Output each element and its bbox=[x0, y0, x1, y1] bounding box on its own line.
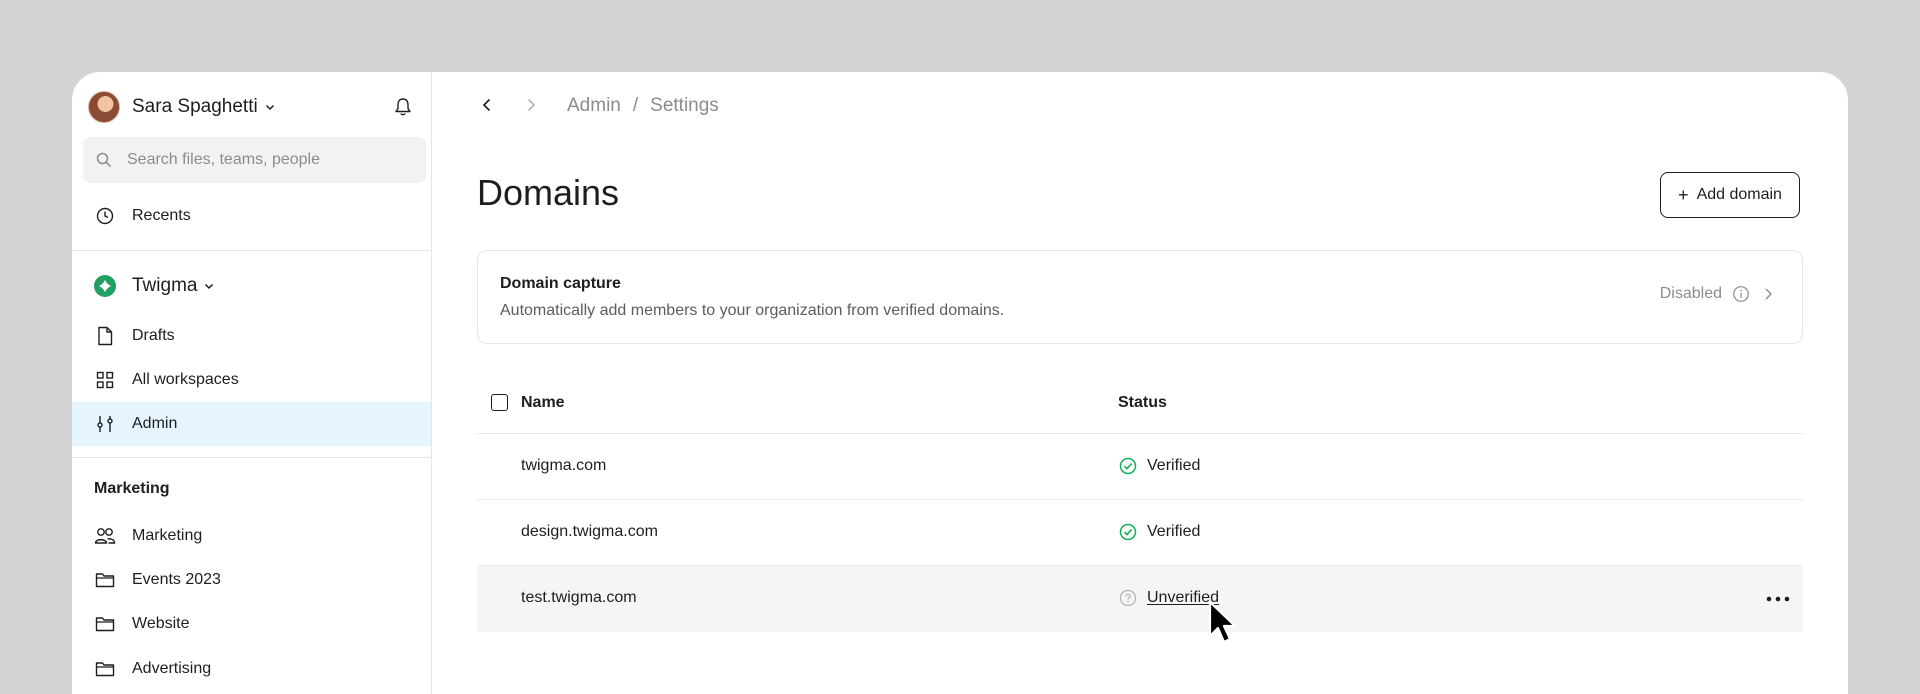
sliders-icon bbox=[94, 413, 116, 435]
folder-icon bbox=[94, 613, 116, 635]
select-all-checkbox[interactable] bbox=[491, 394, 508, 411]
sidebar-item-label: All workspaces bbox=[132, 371, 239, 388]
sidebar-item-label: Admin bbox=[132, 415, 178, 432]
mouse-cursor-icon bbox=[1208, 600, 1237, 644]
capture-status-label: Disabled bbox=[1659, 285, 1722, 302]
team-logo bbox=[94, 275, 116, 297]
page-title: Domains bbox=[477, 172, 620, 213]
table-header: Name Status bbox=[477, 372, 1803, 434]
sidebar-item-label: Marketing bbox=[132, 527, 203, 544]
sidebar-item-label: Recents bbox=[132, 207, 191, 224]
chevron-down-icon bbox=[203, 280, 215, 292]
forward-arrow-icon[interactable] bbox=[520, 94, 542, 116]
domain-capture-card[interactable]: Domain capture Automatically add members… bbox=[477, 250, 1803, 344]
column-header-name[interactable]: Name bbox=[521, 394, 565, 412]
app-window: Sara Spaghetti Recents Twigma bbox=[72, 72, 1848, 694]
sidebar-item-recents[interactable]: Recents bbox=[72, 194, 431, 238]
sidebar-item-website[interactable]: Website bbox=[72, 602, 431, 646]
add-domain-label: Add domain bbox=[1696, 186, 1782, 203]
sidebar-item-admin[interactable]: Admin bbox=[72, 402, 431, 446]
sidebar-item-marketing[interactable]: Marketing bbox=[72, 514, 431, 558]
domain-name: design.twigma.com bbox=[521, 523, 658, 540]
folder-icon bbox=[94, 569, 116, 591]
search-icon bbox=[95, 151, 113, 169]
sidebar-item-label: Drafts bbox=[132, 327, 175, 344]
team-switcher[interactable]: Twigma bbox=[94, 270, 215, 302]
sidebar-item-events-2023[interactable]: Events 2023 bbox=[72, 558, 431, 602]
grid-icon bbox=[94, 369, 116, 391]
sidebar: Sara Spaghetti Recents Twigma bbox=[72, 72, 432, 694]
bell-icon[interactable] bbox=[390, 94, 416, 120]
domains-table: Name Status twigma.com Verified design.t… bbox=[477, 372, 1803, 632]
breadcrumb-settings[interactable]: Settings bbox=[650, 95, 719, 117]
domain-status: Unverified bbox=[1118, 588, 1219, 608]
sidebar-item-advertising[interactable]: Advertising bbox=[72, 647, 431, 691]
table-row[interactable]: twigma.com Verified bbox=[477, 434, 1803, 500]
sidebar-item-all-workspaces[interactable]: All workspaces bbox=[72, 358, 431, 402]
section-title: Marketing bbox=[94, 480, 170, 497]
domain-name: test.twigma.com bbox=[521, 589, 637, 606]
domain-status: Verified bbox=[1118, 522, 1200, 542]
sidebar-item-label: Advertising bbox=[132, 660, 212, 677]
capture-status: Disabled bbox=[1660, 285, 1774, 303]
file-icon bbox=[94, 325, 116, 347]
account-switcher[interactable]: Sara Spaghetti bbox=[88, 90, 276, 124]
capture-title: Domain capture bbox=[500, 275, 621, 292]
folder-icon bbox=[94, 658, 116, 680]
info-icon[interactable] bbox=[1732, 285, 1750, 303]
check-circle-icon bbox=[1118, 456, 1138, 476]
chevron-down-icon bbox=[264, 101, 276, 113]
status-label: Verified bbox=[1147, 523, 1201, 540]
check-circle-icon bbox=[1118, 522, 1138, 542]
search-input[interactable] bbox=[127, 151, 407, 169]
divider bbox=[72, 457, 431, 458]
avatar bbox=[88, 91, 120, 123]
user-name: Sara Spaghetti bbox=[132, 96, 258, 117]
divider bbox=[72, 250, 431, 251]
back-arrow-icon[interactable] bbox=[476, 94, 498, 116]
more-options-icon[interactable] bbox=[1765, 588, 1791, 610]
main-content: Admin / Settings Domains + Add domain Do… bbox=[432, 72, 1848, 694]
history-nav bbox=[476, 94, 542, 116]
capture-description: Automatically add members to your organi… bbox=[500, 302, 1005, 319]
sidebar-item-label: Events 2023 bbox=[132, 571, 221, 588]
question-circle-icon bbox=[1118, 588, 1138, 608]
breadcrumb: Admin / Settings bbox=[567, 95, 719, 117]
team-name: Twigma bbox=[132, 275, 198, 296]
search-box[interactable] bbox=[83, 137, 426, 183]
plus-icon: + bbox=[1678, 184, 1689, 205]
column-header-status[interactable]: Status bbox=[1118, 394, 1167, 412]
people-icon bbox=[94, 525, 116, 547]
table-row[interactable]: design.twigma.com Verified bbox=[477, 500, 1803, 566]
chevron-right-icon[interactable] bbox=[1762, 287, 1774, 301]
sidebar-item-label: Website bbox=[132, 615, 190, 632]
table-row[interactable]: test.twigma.com Unverified bbox=[477, 566, 1803, 632]
status-label: Verified bbox=[1147, 457, 1201, 474]
domain-status: Verified bbox=[1118, 456, 1200, 476]
breadcrumb-admin[interactable]: Admin bbox=[567, 95, 621, 117]
clock-icon bbox=[94, 205, 116, 227]
add-domain-button[interactable]: + Add domain bbox=[1660, 172, 1800, 218]
sidebar-item-drafts[interactable]: Drafts bbox=[72, 314, 431, 358]
breadcrumb-separator: / bbox=[632, 95, 639, 116]
domain-name: twigma.com bbox=[521, 457, 607, 474]
